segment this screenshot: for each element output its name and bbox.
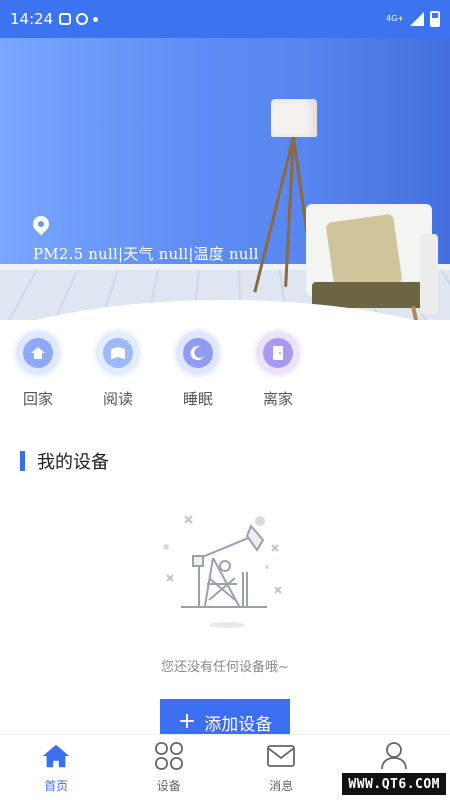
scene-list: 回家 阅读 睡眠 离家 <box>0 328 450 418</box>
scene-sleep-circle <box>173 328 223 378</box>
notification-dot-icon <box>93 16 99 22</box>
site-watermark: WWW.QT6.COM <box>342 773 446 795</box>
status-right: 4G+ <box>386 11 440 27</box>
grid-icon <box>154 741 184 771</box>
my-devices-header: 我的设备 <box>20 448 109 474</box>
moon-icon <box>183 338 213 368</box>
chair-seat <box>312 282 424 308</box>
chair-cushion <box>325 213 403 293</box>
nav-label: 消息 <box>269 779 294 793</box>
scene-label: 回家 <box>22 390 53 408</box>
scene-read-circle <box>93 328 143 378</box>
battery-icon <box>430 11 440 27</box>
network-type: 4G+ <box>386 14 404 23</box>
weather-icon <box>76 13 89 25</box>
home-icon <box>23 338 53 368</box>
status-notification-icons <box>59 13 99 25</box>
scene-leave[interactable]: 离家 <box>248 328 308 409</box>
hero-banner: PM2.5 null|天气 null|温度 null <box>0 38 450 320</box>
scene-label: 离家 <box>262 390 293 408</box>
book-icon <box>103 338 133 368</box>
scene-label: 睡眠 <box>182 390 213 408</box>
status-bar: 14:24 4G+ <box>0 0 450 38</box>
nav-label: 设备 <box>156 779 181 793</box>
nav-item-home[interactable]: 首页 <box>0 735 113 800</box>
empty-pumpjack-illustration <box>155 512 295 632</box>
nav-item-messages[interactable]: 消息 <box>225 735 338 800</box>
empty-state-text: 您还没有任何设备哦~ <box>161 660 289 675</box>
home-icon <box>41 741 71 771</box>
section-title: 我的设备 <box>37 452 109 473</box>
section-accent-bar <box>20 451 25 471</box>
signal-icon <box>410 12 424 26</box>
scene-leave-circle <box>253 328 303 378</box>
status-time: 14:24 <box>10 10 54 28</box>
scene-home[interactable]: 回家 <box>8 328 68 409</box>
lamp-shade <box>271 99 317 137</box>
add-device-label: 添加设备 <box>204 714 273 735</box>
chair-arm <box>420 234 438 314</box>
user-icon <box>379 741 409 771</box>
vibrate-icon <box>59 13 72 25</box>
scene-sleep[interactable]: 睡眠 <box>168 328 228 409</box>
scene-label: 阅读 <box>102 390 133 408</box>
nav-label: 首页 <box>44 779 69 793</box>
leave-icon <box>263 338 293 368</box>
nav-item-devices[interactable]: 设备 <box>113 735 226 800</box>
env-info: PM2.5 null|天气 null|温度 null <box>33 245 259 263</box>
scene-home-circle <box>13 328 63 378</box>
mail-icon <box>266 741 296 771</box>
plus-icon: + <box>177 709 197 734</box>
scene-read[interactable]: 阅读 <box>88 328 148 409</box>
location-pin-icon <box>29 212 53 236</box>
